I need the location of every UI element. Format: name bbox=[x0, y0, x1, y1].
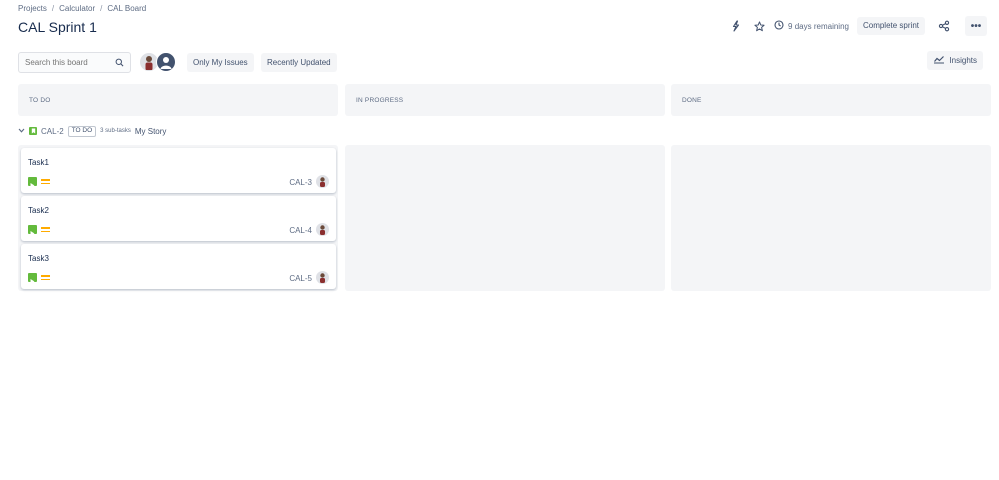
subtask-count: 3 sub-tasks bbox=[100, 128, 131, 135]
share-icon[interactable] bbox=[935, 17, 953, 35]
avatar bbox=[316, 175, 329, 188]
time-remaining: 9 days remaining bbox=[774, 20, 849, 32]
issue-card[interactable]: Task3 CAL-5 bbox=[21, 244, 336, 289]
priority-medium-icon bbox=[41, 178, 50, 185]
search-box bbox=[18, 52, 131, 73]
insights-label: Insights bbox=[949, 56, 977, 65]
more-button[interactable]: ••• bbox=[965, 16, 987, 36]
issue-card[interactable]: Task1 CAL-3 bbox=[21, 148, 336, 193]
status-badge: TO DO bbox=[67, 126, 97, 137]
card-title: Task2 bbox=[28, 206, 49, 215]
subtask-icon bbox=[28, 273, 37, 284]
more-icon: ••• bbox=[970, 20, 982, 32]
column-header-todo: TO DO bbox=[18, 84, 338, 116]
swimlane-summary: My Story bbox=[134, 126, 167, 136]
column-done bbox=[671, 145, 991, 291]
swimlane-issue-key[interactable]: CAL-2 bbox=[41, 127, 64, 136]
breadcrumb-projects[interactable]: Projects bbox=[18, 4, 47, 13]
only-my-issues-button[interactable]: Only My Issues bbox=[187, 53, 254, 72]
subtask-icon bbox=[28, 177, 37, 188]
search-icon[interactable] bbox=[115, 54, 124, 72]
sprint-actions: 9 days remaining Complete sprint ••• bbox=[726, 16, 987, 36]
swimlane-header[interactable]: CAL-2 TO DO 3 sub-tasks My Story bbox=[18, 126, 166, 137]
breadcrumb-separator: / bbox=[51, 4, 55, 13]
card-issue-key: CAL-5 bbox=[289, 274, 312, 283]
clock-icon bbox=[774, 20, 784, 32]
avatar-unassigned[interactable] bbox=[156, 52, 176, 72]
card-title: Task1 bbox=[28, 158, 49, 167]
avatar bbox=[316, 271, 329, 284]
card-issue-key: CAL-3 bbox=[289, 178, 312, 187]
card-title: Task3 bbox=[28, 254, 49, 263]
insights-button[interactable]: Insights bbox=[927, 51, 983, 70]
column-header-done: DONE bbox=[671, 84, 991, 116]
complete-sprint-button[interactable]: Complete sprint bbox=[856, 17, 925, 35]
subtask-icon bbox=[28, 225, 37, 236]
column-header-in-progress: IN PROGRESS bbox=[345, 84, 665, 116]
story-icon bbox=[29, 127, 37, 136]
avatar bbox=[316, 223, 329, 236]
breadcrumb-calculator[interactable]: Calculator bbox=[59, 4, 95, 13]
recently-updated-button[interactable]: Recently Updated bbox=[261, 53, 337, 72]
priority-medium-icon bbox=[41, 226, 50, 233]
issue-card[interactable]: Task2 CAL-4 bbox=[21, 196, 336, 241]
chevron-down-icon[interactable] bbox=[18, 128, 25, 135]
time-remaining-text: 9 days remaining bbox=[788, 21, 849, 31]
page-title: CAL Sprint 1 bbox=[18, 19, 97, 35]
breadcrumb-cal-board[interactable]: CAL Board bbox=[107, 4, 146, 13]
breadcrumb-separator: / bbox=[100, 4, 103, 13]
card-issue-key: CAL-4 bbox=[289, 226, 312, 235]
release-icon[interactable] bbox=[726, 17, 744, 35]
column-in-progress bbox=[345, 145, 665, 291]
assignee-filter bbox=[139, 52, 176, 72]
search-input[interactable] bbox=[25, 58, 105, 67]
star-icon[interactable] bbox=[750, 17, 768, 35]
insights-chart-icon bbox=[933, 55, 945, 66]
breadcrumb: Projects / Calculator / CAL Board bbox=[18, 4, 146, 13]
priority-medium-icon bbox=[41, 274, 50, 281]
